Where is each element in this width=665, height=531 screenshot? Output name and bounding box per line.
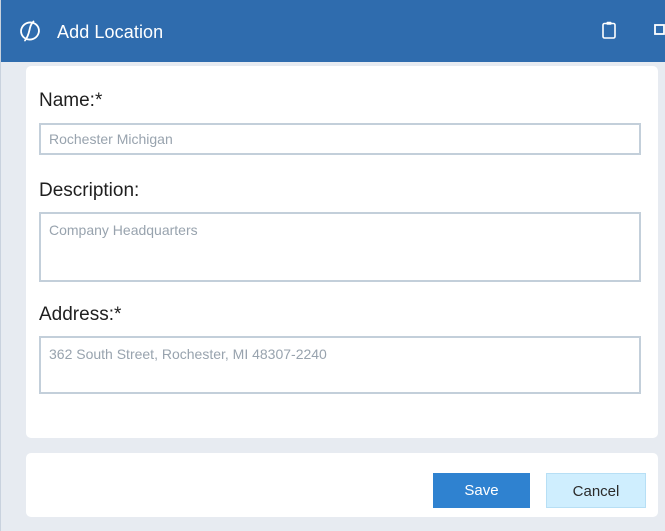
- title-bar: Add Location: [1, 0, 665, 62]
- add-location-dialog: Add Location Name:* Rochester Michigan D…: [0, 0, 665, 531]
- maximize-icon[interactable]: [654, 24, 665, 35]
- action-bar: Save Cancel: [26, 453, 658, 517]
- description-field[interactable]: Company Headquarters: [39, 212, 641, 282]
- description-field-value: Company Headquarters: [49, 222, 198, 238]
- name-field-value: Rochester Michigan: [49, 131, 173, 147]
- name-label: Name:*: [39, 90, 103, 111]
- window-title: Add Location: [57, 22, 164, 42]
- address-field-value: 362 South Street, Rochester, MI 48307-22…: [49, 346, 327, 362]
- save-button[interactable]: Save: [433, 473, 530, 508]
- clipboard-icon[interactable]: [602, 21, 616, 39]
- location-form: Name:* Rochester Michigan Description: C…: [26, 66, 658, 438]
- cancel-button[interactable]: Cancel: [546, 473, 646, 508]
- description-label: Description:: [39, 180, 140, 201]
- name-field[interactable]: Rochester Michigan: [39, 123, 641, 155]
- address-label: Address:*: [39, 304, 122, 325]
- address-field[interactable]: 362 South Street, Rochester, MI 48307-22…: [39, 336, 641, 394]
- app-logo-icon: [20, 20, 40, 42]
